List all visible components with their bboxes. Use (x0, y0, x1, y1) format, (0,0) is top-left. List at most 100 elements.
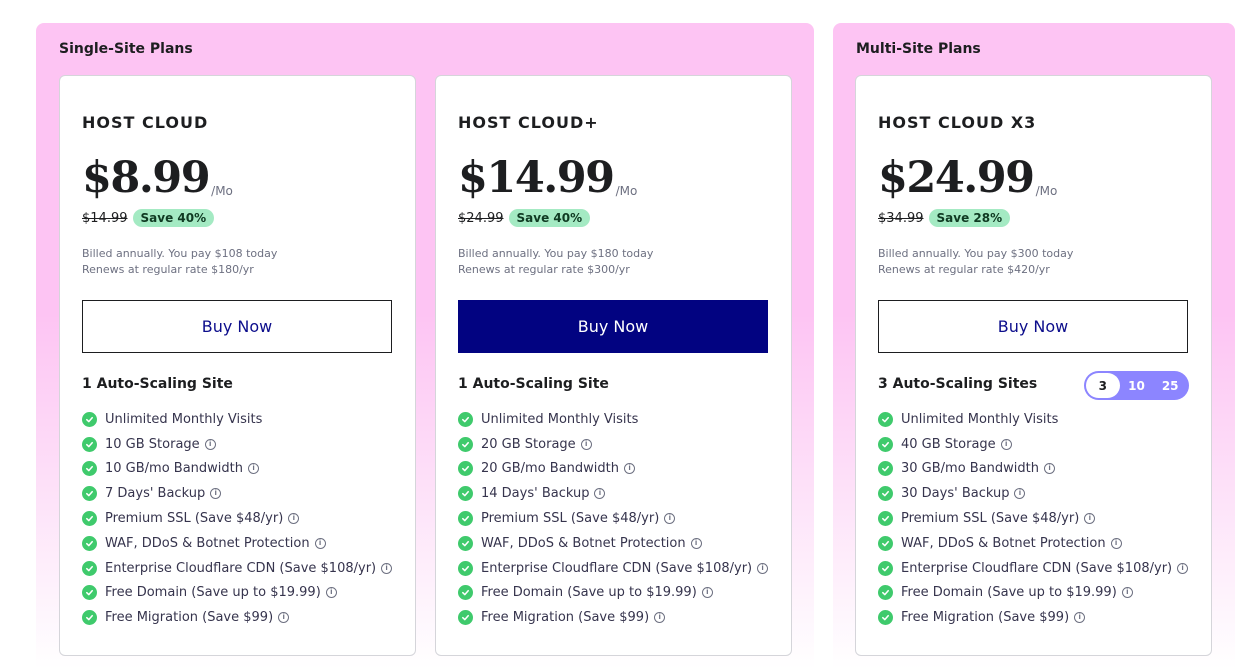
check-circle-icon (878, 486, 893, 502)
plan-name: HOST CLOUD X3 (878, 113, 1037, 132)
info-icon[interactable]: i (624, 463, 636, 475)
feature-text: Enterprise Cloudflare CDN (Save $108/yr) (901, 560, 1173, 576)
feature-text: Enterprise Cloudflare CDN (Save $108/yr) (105, 560, 377, 576)
info-icon[interactable]: i (325, 587, 337, 599)
feature-item: 14 Days' Backup i (458, 481, 768, 506)
info-icon[interactable]: i (1074, 612, 1086, 624)
feature-text: WAF, DDoS & Botnet Protection (481, 535, 686, 551)
check-circle-icon (82, 560, 97, 576)
feature-text: Premium SSL (Save $48/yr) (481, 511, 660, 527)
price-row: $24.99 /Mo (878, 152, 1057, 204)
buy-now-button[interactable]: Buy Now (458, 300, 768, 353)
info-icon[interactable]: i (288, 513, 300, 525)
check-circle-icon (878, 535, 893, 551)
info-icon[interactable]: i (314, 537, 326, 549)
info-icon[interactable]: i (690, 537, 702, 549)
feature-text: Free Domain (Save up to $19.99) (481, 585, 697, 601)
billed-text: Billed annually. You pay $300 today (878, 247, 1074, 260)
buy-now-button[interactable]: Buy Now (82, 300, 392, 353)
feature-text: Free Migration (Save $99) (481, 610, 650, 626)
check-circle-icon (878, 610, 893, 626)
single-site-plans-group: Single-Site Plans HOST CLOUD $8.99 /Mo $… (36, 23, 814, 669)
price: $24.99 (878, 153, 1035, 203)
billed-text: Billed annually. You pay $180 today (458, 247, 654, 260)
check-circle-icon (878, 560, 893, 576)
info-icon[interactable]: i (580, 438, 592, 450)
check-circle-icon (458, 511, 473, 527)
check-circle-icon (82, 436, 97, 452)
feature-text: Free Migration (Save $99) (901, 610, 1070, 626)
info-icon[interactable]: i (204, 438, 216, 450)
feature-text: Unlimited Monthly Visits (901, 411, 1059, 427)
info-icon[interactable]: i (701, 587, 713, 599)
check-circle-icon (82, 411, 97, 427)
sites-count: 1 Auto-Scaling Site (458, 376, 609, 392)
feature-text: Premium SSL (Save $48/yr) (901, 511, 1080, 527)
feature-item: WAF, DDoS & Botnet Protection i (82, 531, 392, 556)
feature-item: Free Migration (Save $99) i (458, 605, 768, 630)
original-price: $14.99 (82, 210, 128, 226)
site-count-toggle: 3 10 25 (1084, 371, 1189, 400)
multi-site-plans-group: Multi-Site Plans HOST CLOUD X3 $24.99 /M… (833, 23, 1235, 669)
feature-item: Free Domain (Save up to $19.99) i (878, 581, 1188, 606)
info-icon[interactable]: i (1110, 537, 1122, 549)
feature-item: Premium SSL (Save $48/yr) i (82, 506, 392, 531)
sites-count: 1 Auto-Scaling Site (82, 376, 233, 392)
check-circle-icon (458, 436, 473, 452)
price-period: /Mo (1035, 184, 1058, 198)
check-circle-icon (82, 486, 97, 502)
price: $8.99 (82, 153, 211, 203)
feature-text: Free Domain (Save up to $19.99) (105, 585, 321, 601)
info-icon[interactable]: i (1121, 587, 1133, 599)
feature-item: 20 GB/mo Bandwidth i (458, 457, 768, 482)
buy-now-button[interactable]: Buy Now (878, 300, 1188, 353)
feature-text: WAF, DDoS & Botnet Protection (105, 535, 310, 551)
info-icon[interactable]: i (1014, 488, 1026, 500)
info-icon[interactable]: i (210, 488, 222, 500)
site-option-3[interactable]: 3 (1086, 373, 1120, 398)
info-icon[interactable]: i (1000, 438, 1012, 450)
site-option-25[interactable]: 25 (1153, 373, 1187, 398)
feature-item: Unlimited Monthly Visits (82, 407, 392, 432)
check-circle-icon (878, 411, 893, 427)
plan-card-host-cloud: HOST CLOUD $8.99 /Mo $14.99 Save 40% Bil… (59, 75, 416, 656)
info-icon[interactable]: i (654, 612, 666, 624)
info-icon[interactable]: i (248, 463, 260, 475)
info-icon[interactable]: i (757, 562, 769, 574)
feature-item: Free Migration (Save $99) i (82, 605, 392, 630)
info-icon[interactable]: i (381, 562, 393, 574)
feature-item: Unlimited Monthly Visits (878, 407, 1188, 432)
check-circle-icon (82, 610, 97, 626)
save-badge: Save 28% (928, 209, 1011, 227)
price: $14.99 (458, 153, 615, 203)
feature-item: Enterprise Cloudflare CDN (Save $108/yr)… (458, 556, 769, 581)
plan-card-host-cloud-x3: HOST CLOUD X3 $24.99 /Mo $34.99 Save 28%… (855, 75, 1212, 656)
feature-text: 7 Days' Backup (105, 486, 206, 502)
renews-text: Renews at regular rate $180/yr (82, 263, 254, 276)
info-icon[interactable]: i (1177, 562, 1189, 574)
plan-name: HOST CLOUD (82, 113, 209, 132)
info-icon[interactable]: i (594, 488, 606, 500)
feature-item: 10 GB Storage i (82, 432, 392, 457)
plan-card-host-cloud-plus: HOST CLOUD+ $14.99 /Mo $24.99 Save 40% B… (435, 75, 792, 656)
site-option-10[interactable]: 10 (1120, 373, 1154, 398)
info-icon[interactable]: i (664, 513, 676, 525)
check-circle-icon (458, 610, 473, 626)
check-circle-icon (458, 535, 473, 551)
feature-text: Premium SSL (Save $48/yr) (105, 511, 284, 527)
info-icon[interactable]: i (1084, 513, 1096, 525)
feature-item: 30 GB/mo Bandwidth i (878, 457, 1188, 482)
feature-item: Free Domain (Save up to $19.99) i (82, 581, 392, 606)
feature-text: 20 GB/mo Bandwidth (481, 461, 620, 477)
info-icon[interactable]: i (1044, 463, 1056, 475)
feature-list: Unlimited Monthly Visits 20 GB Storage i 20… (458, 407, 769, 630)
check-circle-icon (458, 411, 473, 427)
check-circle-icon (458, 560, 473, 576)
check-circle-icon (878, 461, 893, 477)
check-circle-icon (878, 436, 893, 452)
feature-text: Unlimited Monthly Visits (481, 411, 639, 427)
feature-text: WAF, DDoS & Botnet Protection (901, 535, 1106, 551)
check-circle-icon (82, 535, 97, 551)
info-icon[interactable]: i (278, 612, 290, 624)
feature-item: 7 Days' Backup i (82, 481, 392, 506)
